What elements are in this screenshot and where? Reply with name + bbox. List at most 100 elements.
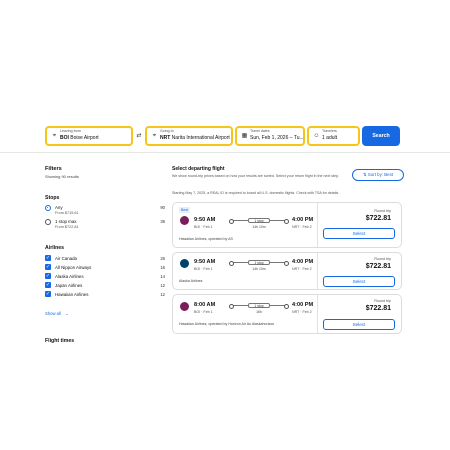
search-button[interactable]: Search [362, 126, 400, 146]
round-trip-label: Round trip [374, 209, 391, 213]
stop-option-price: From $715.61 [55, 211, 79, 215]
airlines-title: Airlines [45, 245, 65, 251]
stop-option-count: 39 [160, 219, 165, 224]
round-trip-label: Round trip [374, 257, 391, 261]
travelers-field[interactable]: ☺ Travelers 1 adult [307, 126, 360, 146]
card-divider [317, 295, 318, 333]
travel-dates-field[interactable]: ▦ Travel dates Sun, Feb 1, 2026 – Tu... [235, 126, 305, 146]
airline-filter-name: Alaska Airlines [55, 273, 84, 279]
flight-price: $722.81 [365, 305, 391, 312]
travelers-label: Travelers [322, 129, 337, 133]
airline-filter-alaska[interactable]: ✓ Alaska Airlines 14 [45, 273, 165, 282]
airline-filter-air-canada[interactable]: ✓ Air Canada 26 [45, 255, 165, 264]
airline-filter-name: Hawaiian Airlines [55, 291, 89, 297]
departure-time: 9:50 AM [194, 217, 216, 223]
flight-card[interactable]: 8:00 AM BOI · Feb 1 1 stop 16h 4:00 PM N… [172, 294, 402, 334]
airline-filter-count: 12 [160, 282, 165, 288]
checkbox-checked-icon[interactable]: ✓ [45, 264, 51, 270]
stop-option-price: From $722.81 [55, 225, 79, 229]
travel-dates-label: Travel dates [250, 129, 270, 133]
stop-option-name: 1 stop max [55, 219, 77, 224]
arrival-time: 4:00 PM [292, 259, 314, 265]
departure-airport-date: BOI · Feb 1 [194, 310, 213, 314]
hawaiian-airlines-logo-icon [180, 302, 189, 311]
flight-duration: 14h 10m [252, 267, 266, 271]
stop-option-name: Any [55, 205, 63, 210]
airline-name: Alaska Airlines [179, 279, 203, 283]
flight-card[interactable]: Best 9:50 AM BOI · Feb 1 1 stop 14h 10m … [172, 202, 402, 248]
checkbox-checked-icon[interactable]: ✓ [45, 255, 51, 261]
airline-filter-count: 16 [160, 264, 165, 270]
stop-option-1-stop[interactable]: 1 stop max From $722.81 39 [45, 219, 165, 233]
best-badge: Best [179, 207, 191, 213]
select-flight-button[interactable]: Select [323, 228, 395, 239]
show-all-link[interactable]: Show all ⌄ [45, 302, 165, 320]
swap-arrows-icon[interactable]: ⇄ [134, 131, 144, 141]
airline-filter-count: 14 [160, 273, 165, 279]
round-trip-label: Round trip [374, 299, 391, 303]
show-all-label: Show all [45, 311, 61, 316]
departure-airport-date: BOI · Feb 1 [194, 267, 213, 271]
flight-price: $722.81 [365, 263, 391, 270]
sort-label: Sort by: Best [367, 172, 394, 177]
location-pin-icon: ⌖ [152, 133, 157, 139]
airline-filter-name: Air Canada [55, 255, 77, 261]
person-icon: ☺ [313, 133, 320, 139]
select-flight-button[interactable]: Select [323, 276, 395, 287]
going-to-field[interactable]: ⌖ Going to NRT Narita International Airp… [145, 126, 233, 146]
radio-selected-icon[interactable] [45, 205, 51, 211]
going-to-value: NRT Narita International Airport [160, 135, 230, 141]
hawaiian-airlines-logo-icon [180, 216, 189, 225]
arrival-airport-date: NRT · Feb 2 [292, 225, 312, 229]
divider [0, 152, 450, 153]
airline-filter-name: All Nippon Airways [55, 264, 92, 270]
airline-filter-japan[interactable]: ✓ Japan Airlines 12 [45, 282, 165, 291]
filters-title: Filters [45, 166, 62, 172]
travel-dates-value: Sun, Feb 1, 2026 – Tu... [250, 135, 304, 141]
leaving-from-field[interactable]: ⌖ Leaving from BOI Boise Airport [45, 126, 133, 146]
checkbox-checked-icon[interactable]: ✓ [45, 273, 51, 279]
select-flight-button[interactable]: Select [323, 319, 395, 330]
stops-badge: 1 stop [248, 303, 270, 308]
flight-card[interactable]: 9:50 AM BOI · Feb 1 1 stop 14h 10m 4:00 … [172, 252, 402, 290]
airline-filter-all-nippon[interactable]: ✓ All Nippon Airways 16 [45, 264, 165, 273]
departure-airport-date: BOI · Feb 1 [194, 225, 213, 229]
arrival-airport-date: NRT · Feb 2 [292, 310, 312, 314]
calendar-icon: ▦ [241, 133, 248, 139]
airline-filter-hawaiian[interactable]: ✓ Hawaiian Airlines 12 [45, 291, 165, 300]
card-divider [317, 203, 318, 247]
arrival-airport-date: NRT · Feb 2 [292, 267, 312, 271]
card-divider [317, 253, 318, 289]
sort-button[interactable]: ⇅ Sort by: Best [352, 169, 404, 181]
flight-price: $722.81 [365, 215, 391, 222]
departure-time: 9:50 AM [194, 259, 216, 265]
flight-times-title: Flight times [45, 338, 75, 344]
airline-filter-name: Japan Airlines [55, 282, 83, 288]
alaska-airlines-logo-icon [180, 259, 189, 268]
leaving-from-value: BOI Boise Airport [60, 135, 99, 141]
real-id-notice: Starting May 7, 2025, a REAL ID is requi… [172, 191, 340, 195]
stops-title: Stops [45, 195, 60, 201]
checkbox-checked-icon[interactable]: ✓ [45, 282, 51, 288]
arrival-time: 4:00 PM [292, 217, 314, 223]
location-pin-icon: ⌖ [52, 133, 57, 139]
flight-duration: 16h [256, 310, 262, 314]
radio-icon[interactable] [45, 219, 51, 225]
filters-sidebar: Filters Showing 90 results Stops Any Fro… [45, 166, 165, 344]
airline-filter-count: 12 [160, 291, 165, 297]
results-main: Select departing flight We show round-tr… [172, 166, 404, 334]
stop-option-any[interactable]: Any From $715.61 90 [45, 205, 165, 219]
airline-name: Hawaiian Airlines, operated by Horizon A… [179, 322, 275, 326]
section-description: We show round-trip prices based on how y… [172, 174, 340, 178]
leaving-from-label: Leaving from [60, 129, 81, 133]
travelers-value: 1 adult [322, 135, 338, 141]
stops-badge: 1 stop [248, 218, 270, 223]
departure-time: 8:00 AM [194, 302, 216, 308]
stops-badge: 1 stop [248, 260, 270, 265]
checkbox-checked-icon[interactable]: ✓ [45, 291, 51, 297]
flight-duration: 14h 10m [252, 225, 266, 229]
airline-name: Hawaiian Airlines, operated by AS [179, 237, 233, 241]
results-count: Showing 90 results [45, 174, 79, 179]
going-to-label: Going to [160, 129, 174, 133]
airline-filter-count: 26 [160, 255, 165, 261]
